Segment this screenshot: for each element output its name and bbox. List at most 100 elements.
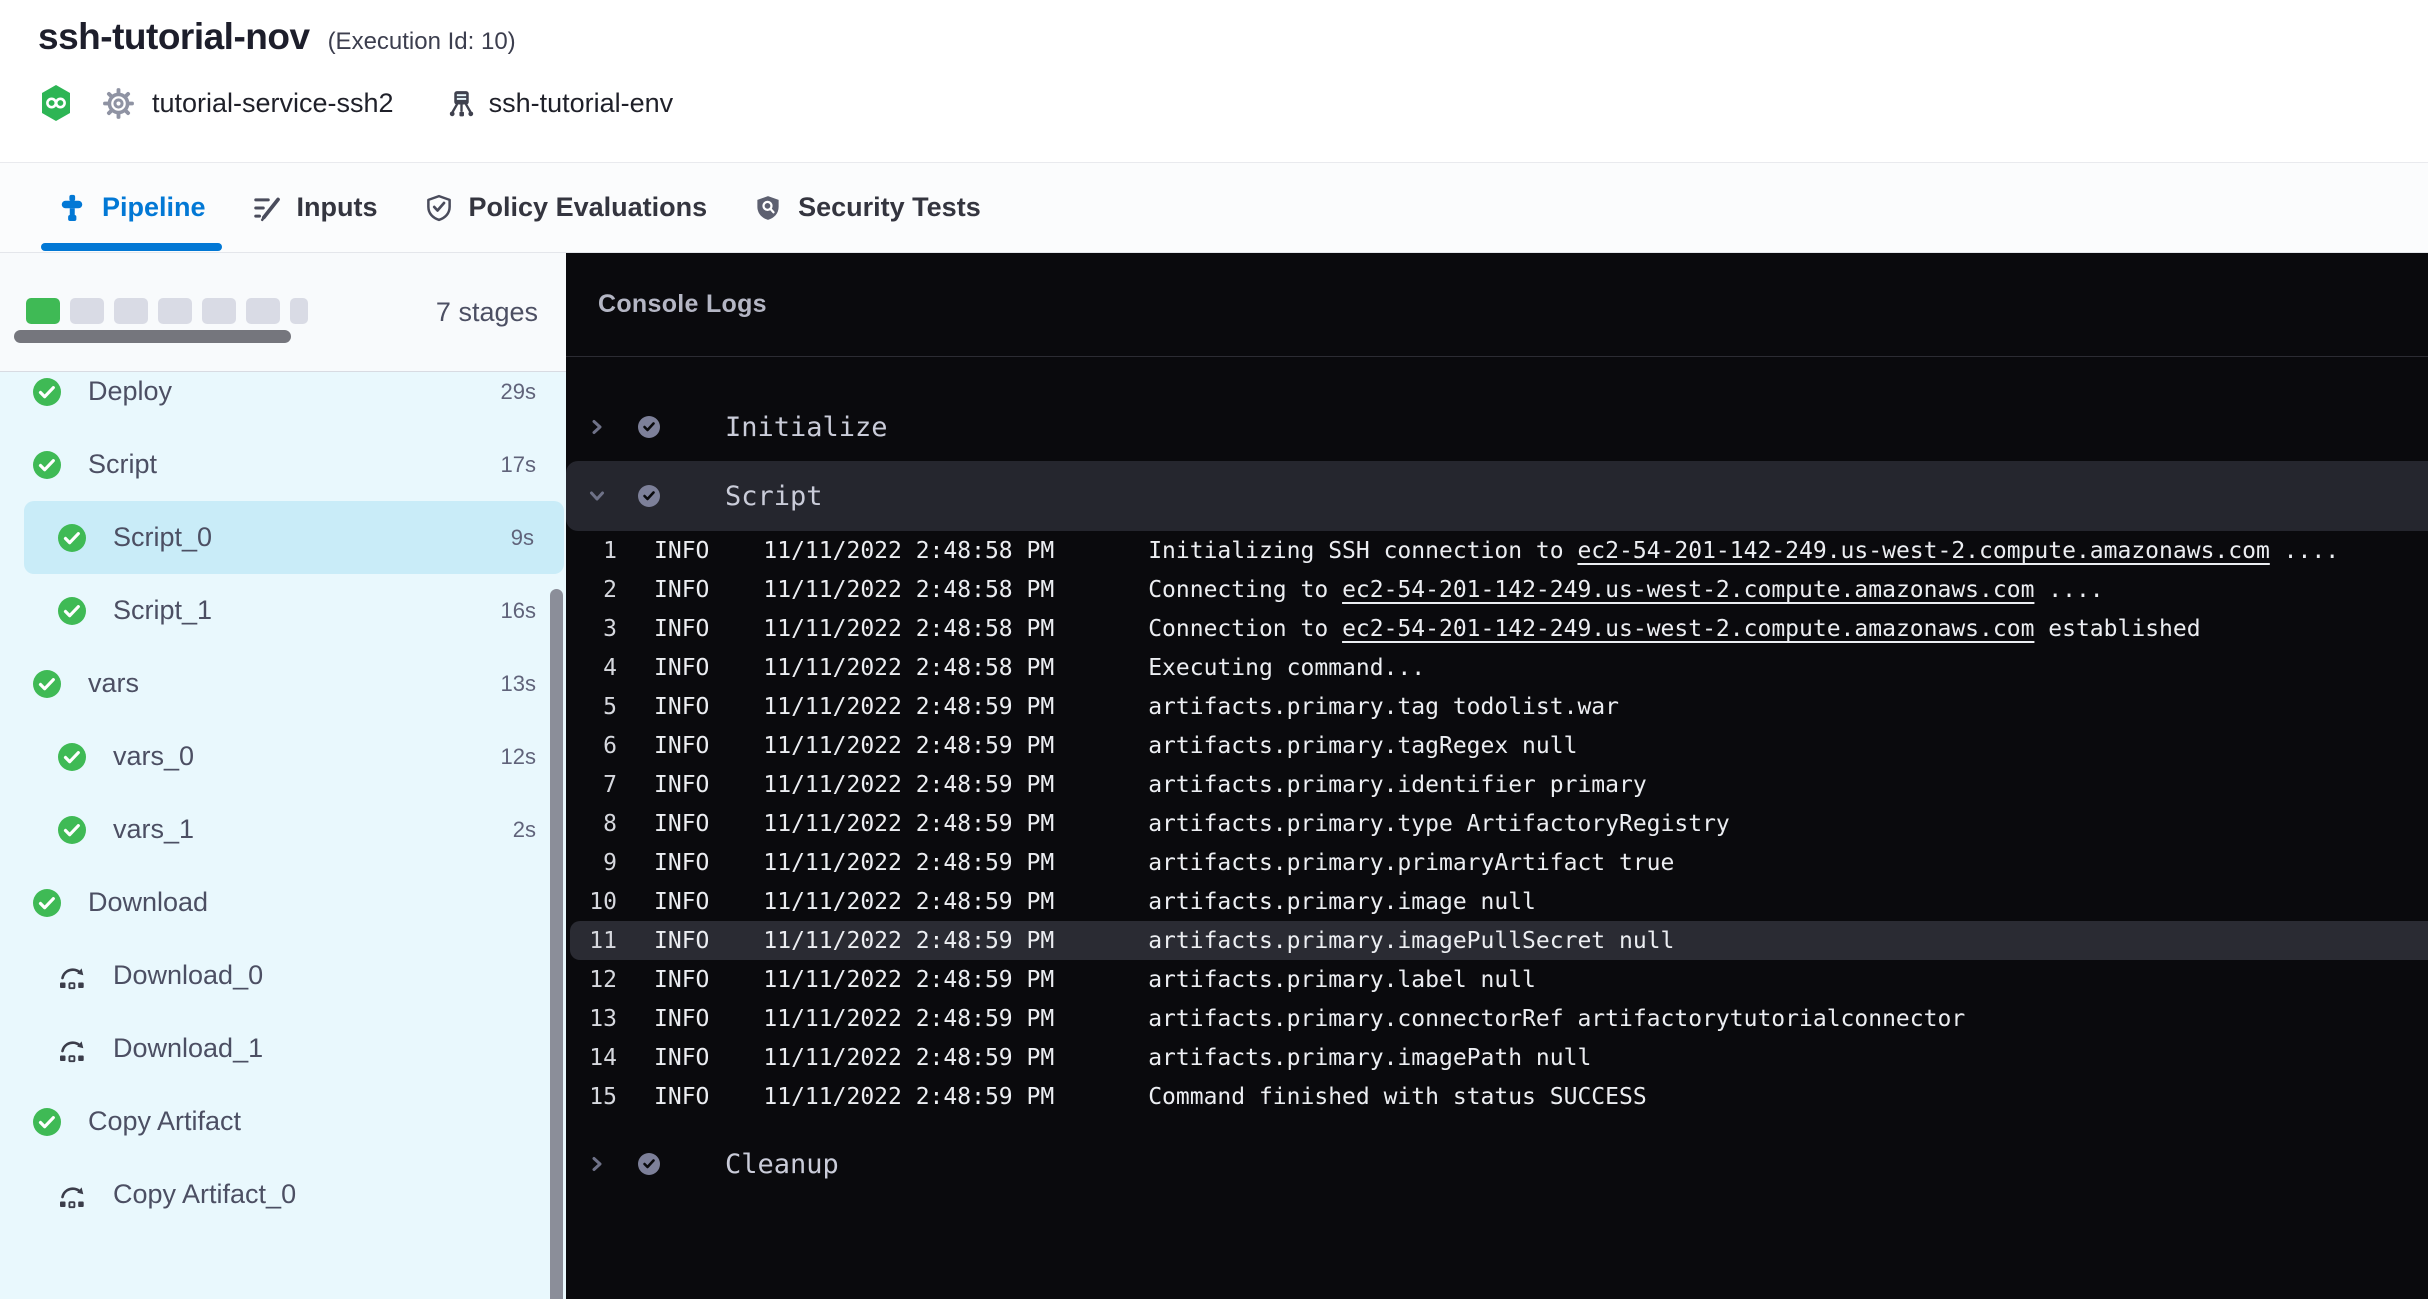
stage-list-item-copy-artifact_0[interactable]: Copy Artifact_0 <box>0 1158 566 1231</box>
chevron-right-icon[interactable] <box>584 1154 610 1174</box>
stage-label: Script <box>88 449 157 480</box>
stage-list-item-download[interactable]: Download <box>0 866 566 939</box>
log-host-link[interactable]: ec2-54-201-142-249.us-west-2.compute.ama… <box>1577 538 2269 564</box>
log-line-7[interactable]: 7INFO11/11/2022 2:48:59 PMartifacts.prim… <box>566 765 2428 804</box>
log-section-cleanup[interactable]: Cleanup <box>566 1130 2428 1198</box>
step-success-icon <box>637 1152 661 1176</box>
log-line-1[interactable]: 1INFO11/11/2022 2:48:58 PMInitializing S… <box>566 531 2428 570</box>
log-line-6[interactable]: 6INFO11/11/2022 2:48:59 PMartifacts.prim… <box>566 726 2428 765</box>
log-text: Initializing SSH connection to <box>1148 538 1577 564</box>
log-section-initialize[interactable]: Initialize <box>566 393 2428 461</box>
log-line-9[interactable]: 9INFO11/11/2022 2:48:59 PMartifacts.prim… <box>566 843 2428 882</box>
execution-header: ssh-tutorial-nov (Execution Id: 10) <box>0 0 2428 163</box>
log-line-number: 12 <box>584 967 617 993</box>
stage-list-item-vars[interactable]: vars13s <box>0 647 566 720</box>
stage-label: Deploy <box>88 376 172 407</box>
log-line-15[interactable]: 15INFO11/11/2022 2:48:59 PMCommand finis… <box>566 1077 2428 1116</box>
log-text: Connecting to <box>1148 577 1342 603</box>
page-title: ssh-tutorial-nov <box>38 16 310 58</box>
log-section-script[interactable]: Script <box>566 461 2428 531</box>
log-level: INFO <box>654 772 709 798</box>
tab-inputs[interactable]: Inputs <box>252 163 378 252</box>
log-line-number: 7 <box>584 772 617 798</box>
stage-progress-segment[interactable] <box>246 298 280 324</box>
stage-list-item-deploy[interactable]: Deploy29s <box>0 373 566 428</box>
log-host-link[interactable]: ec2-54-201-142-249.us-west-2.compute.ama… <box>1342 616 2034 642</box>
log-line-3[interactable]: 3INFO11/11/2022 2:48:58 PMConnection to … <box>566 609 2428 648</box>
log-text: Command finished with status SUCCESS <box>1148 1084 1647 1110</box>
log-level: INFO <box>654 967 709 993</box>
stage-list-item-vars_0[interactable]: vars_012s <box>0 720 566 793</box>
stage-list-item-script_1[interactable]: Script_116s <box>0 574 566 647</box>
log-timestamp: 11/11/2022 2:48:59 PM <box>763 928 1054 954</box>
stages-horizontal-scrollbar[interactable] <box>14 330 291 343</box>
log-line-8[interactable]: 8INFO11/11/2022 2:48:59 PMartifacts.prim… <box>566 804 2428 843</box>
security-shield-icon <box>753 193 783 223</box>
execution-meta-row: tutorial-service-ssh2 ssh-tutorial-env <box>40 84 673 122</box>
success-check-icon <box>57 742 87 772</box>
log-line-12[interactable]: 12INFO11/11/2022 2:48:59 PMartifacts.pri… <box>566 960 2428 999</box>
stage-progress-segment[interactable] <box>70 298 104 324</box>
log-message: artifacts.primary.tag todolist.war <box>1148 694 1619 720</box>
environment-name: ssh-tutorial-env <box>489 88 674 119</box>
log-section-label: Cleanup <box>725 1149 839 1180</box>
stage-progress-segment[interactable] <box>202 298 236 324</box>
log-section-label: Initialize <box>725 412 888 443</box>
chevron-right-icon[interactable] <box>584 417 610 437</box>
content-split: 7 stages Deploy29s Script17s Script_09s … <box>0 253 2428 1299</box>
stage-label: Copy Artifact_0 <box>113 1179 296 1210</box>
stage-progress-segment[interactable] <box>158 298 192 324</box>
log-text: artifacts.primary.tag todolist.war <box>1148 694 1619 720</box>
tab-policy-evaluations[interactable]: Policy Evaluations <box>424 163 708 252</box>
log-timestamp: 11/11/2022 2:48:59 PM <box>763 694 1054 720</box>
log-text: artifacts.primary.label null <box>1148 967 1536 993</box>
log-line-number: 14 <box>584 1045 617 1071</box>
log-line-14[interactable]: 14INFO11/11/2022 2:48:59 PMartifacts.pri… <box>566 1038 2428 1077</box>
log-message: artifacts.primary.label null <box>1148 967 1536 993</box>
step-group-icon <box>57 961 87 991</box>
service-gear-icon <box>102 87 135 120</box>
stage-list-item-script[interactable]: Script17s <box>0 428 566 501</box>
log-level: INFO <box>654 655 709 681</box>
console-logs-header: Console Logs <box>566 253 2428 357</box>
log-host-link[interactable]: ec2-54-201-142-249.us-west-2.compute.ama… <box>1342 577 2034 603</box>
log-message: artifacts.primary.identifier primary <box>1148 772 1647 798</box>
log-message: Executing command... <box>1148 655 1425 681</box>
chevron-down-icon[interactable] <box>584 486 610 506</box>
stage-list-item-vars_1[interactable]: vars_12s <box>0 793 566 866</box>
environment-icon <box>446 88 477 119</box>
log-line-11[interactable]: 11INFO11/11/2022 2:48:59 PMartifacts.pri… <box>570 921 2428 960</box>
success-check-icon <box>32 669 62 699</box>
stage-progress-segment[interactable] <box>114 298 148 324</box>
policy-shield-icon <box>424 193 454 223</box>
log-line-5[interactable]: 5INFO11/11/2022 2:48:59 PMartifacts.prim… <box>566 687 2428 726</box>
log-timestamp: 11/11/2022 2:48:59 PM <box>763 1006 1054 1032</box>
log-line-number: 9 <box>584 850 617 876</box>
stage-list-item-script_0[interactable]: Script_09s <box>24 501 564 574</box>
log-line-number: 15 <box>584 1084 617 1110</box>
stage-label: Download <box>88 887 208 918</box>
stage-progress-segment[interactable] <box>26 298 60 324</box>
log-text: Executing command... <box>1148 655 1425 681</box>
stage-list-item-download_0[interactable]: Download_0 <box>0 939 566 1012</box>
step-success-icon <box>637 415 661 439</box>
log-line-4[interactable]: 4INFO11/11/2022 2:48:58 PMExecuting comm… <box>566 648 2428 687</box>
stage-duration: 16s <box>501 598 536 624</box>
tab-pipeline[interactable]: Pipeline <box>57 163 206 252</box>
log-line-10[interactable]: 10INFO11/11/2022 2:48:59 PMartifacts.pri… <box>566 882 2428 921</box>
tab-security-tests[interactable]: Security Tests <box>753 163 981 252</box>
log-line-number: 4 <box>584 655 617 681</box>
stage-duration: 9s <box>511 525 534 551</box>
stage-label: Download_1 <box>113 1033 263 1064</box>
log-line-2[interactable]: 2INFO11/11/2022 2:48:58 PMConnecting to … <box>566 570 2428 609</box>
stage-list-item-copy-artifact[interactable]: Copy Artifact <box>0 1085 566 1158</box>
log-line-number: 2 <box>584 577 617 603</box>
log-line-number: 8 <box>584 811 617 837</box>
stage-list-scrollbar[interactable] <box>550 589 563 1299</box>
log-line-13[interactable]: 13INFO11/11/2022 2:48:59 PMartifacts.pri… <box>566 999 2428 1038</box>
pipeline-icon <box>57 193 87 223</box>
stage-duration: 13s <box>501 671 536 697</box>
stage-list-item-download_1[interactable]: Download_1 <box>0 1012 566 1085</box>
log-timestamp: 11/11/2022 2:48:59 PM <box>763 850 1054 876</box>
stage-progress-segment[interactable] <box>290 298 308 324</box>
